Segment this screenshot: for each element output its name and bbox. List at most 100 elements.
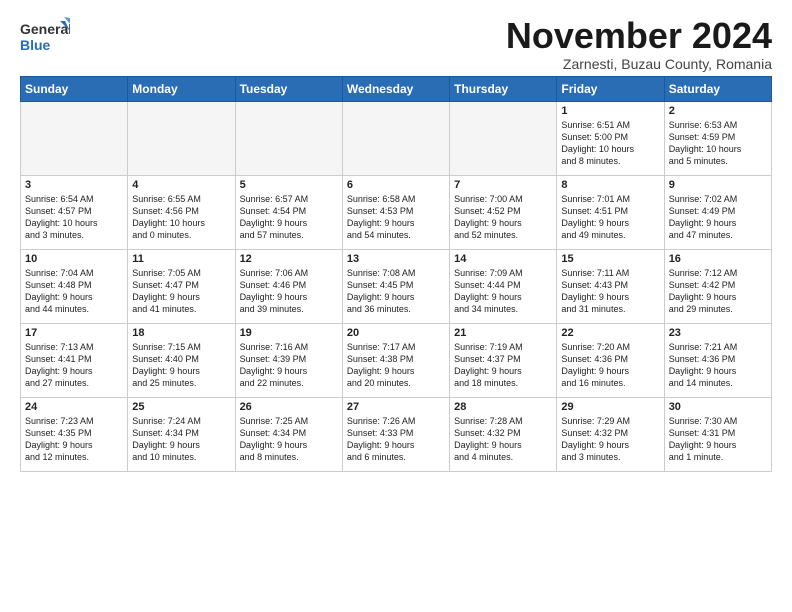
day-info: Sunrise: 6:55 AM Sunset: 4:56 PM Dayligh… xyxy=(132,193,230,242)
day-number: 20 xyxy=(347,327,445,339)
day-cell: 16 Sunrise: 7:12 AM Sunset: 4:42 PM Dayli… xyxy=(664,249,771,323)
week-row-0: 1 Sunrise: 6:51 AM Sunset: 5:00 PM Daylig… xyxy=(21,101,772,175)
day-cell: 23 Sunrise: 7:21 AM Sunset: 4:36 PM Dayli… xyxy=(664,323,771,397)
col-sunday: Sunday xyxy=(21,76,128,101)
day-info: Sunrise: 7:02 AM Sunset: 4:49 PM Dayligh… xyxy=(669,193,767,242)
day-info: Sunrise: 7:01 AM Sunset: 4:51 PM Dayligh… xyxy=(561,193,659,242)
day-number: 14 xyxy=(454,253,552,265)
week-row-3: 17 Sunrise: 7:13 AM Sunset: 4:41 PM Dayli… xyxy=(21,323,772,397)
day-cell xyxy=(21,101,128,175)
day-cell: 25 Sunrise: 7:24 AM Sunset: 4:34 PM Dayli… xyxy=(128,397,235,471)
day-info: Sunrise: 6:57 AM Sunset: 4:54 PM Dayligh… xyxy=(240,193,338,242)
day-cell xyxy=(450,101,557,175)
day-cell: 22 Sunrise: 7:20 AM Sunset: 4:36 PM Dayli… xyxy=(557,323,664,397)
day-cell: 21Sunrise: 7:19 AM Sunset: 4:37 PM Dayli… xyxy=(450,323,557,397)
day-info: Sunrise: 7:20 AM Sunset: 4:36 PM Dayligh… xyxy=(561,341,659,390)
day-number: 1 xyxy=(561,105,659,117)
day-cell: 5 Sunrise: 6:57 AM Sunset: 4:54 PM Daylig… xyxy=(235,175,342,249)
day-cell: 20 Sunrise: 7:17 AM Sunset: 4:38 PM Dayli… xyxy=(342,323,449,397)
day-number: 7 xyxy=(454,179,552,191)
day-cell: 7Sunrise: 7:00 AM Sunset: 4:52 PM Daylig… xyxy=(450,175,557,249)
day-number: 30 xyxy=(669,401,767,413)
day-number: 17 xyxy=(25,327,123,339)
day-info: Sunrise: 7:17 AM Sunset: 4:38 PM Dayligh… xyxy=(347,341,445,390)
title-block: November 2024 Zarnesti, Buzau County, Ro… xyxy=(506,16,772,72)
day-info: Sunrise: 7:19 AM Sunset: 4:37 PM Dayligh… xyxy=(454,341,552,390)
day-number: 5 xyxy=(240,179,338,191)
day-number: 28 xyxy=(454,401,552,413)
col-monday: Monday xyxy=(128,76,235,101)
day-number: 29 xyxy=(561,401,659,413)
day-info: Sunrise: 7:21 AM Sunset: 4:36 PM Dayligh… xyxy=(669,341,767,390)
day-info: Sunrise: 7:05 AM Sunset: 4:47 PM Dayligh… xyxy=(132,267,230,316)
day-info: Sunrise: 7:09 AM Sunset: 4:44 PM Dayligh… xyxy=(454,267,552,316)
day-number: 15 xyxy=(561,253,659,265)
day-cell: 29 Sunrise: 7:29 AM Sunset: 4:32 PM Dayli… xyxy=(557,397,664,471)
week-row-4: 24 Sunrise: 7:23 AM Sunset: 4:35 PM Dayli… xyxy=(21,397,772,471)
day-cell: 19 Sunrise: 7:16 AM Sunset: 4:39 PM Dayli… xyxy=(235,323,342,397)
day-number: 9 xyxy=(669,179,767,191)
day-cell xyxy=(128,101,235,175)
day-cell: 11 Sunrise: 7:05 AM Sunset: 4:47 PM Dayli… xyxy=(128,249,235,323)
day-info: Sunrise: 7:23 AM Sunset: 4:35 PM Dayligh… xyxy=(25,415,123,464)
day-cell: 9 Sunrise: 7:02 AM Sunset: 4:49 PM Daylig… xyxy=(664,175,771,249)
day-cell: 26Sunrise: 7:25 AM Sunset: 4:34 PM Dayli… xyxy=(235,397,342,471)
header-row: Sunday Monday Tuesday Wednesday Thursday… xyxy=(21,76,772,101)
logo: GeneralBlue xyxy=(20,16,70,56)
day-info: Sunrise: 7:16 AM Sunset: 4:39 PM Dayligh… xyxy=(240,341,338,390)
day-cell: 3Sunrise: 6:54 AM Sunset: 4:57 PM Daylig… xyxy=(21,175,128,249)
day-number: 6 xyxy=(347,179,445,191)
day-cell: 15 Sunrise: 7:11 AM Sunset: 4:43 PM Dayli… xyxy=(557,249,664,323)
day-cell: 1 Sunrise: 6:51 AM Sunset: 5:00 PM Daylig… xyxy=(557,101,664,175)
day-cell: 6 Sunrise: 6:58 AM Sunset: 4:53 PM Daylig… xyxy=(342,175,449,249)
day-cell: 18Sunrise: 7:15 AM Sunset: 4:40 PM Dayli… xyxy=(128,323,235,397)
day-cell xyxy=(235,101,342,175)
day-number: 19 xyxy=(240,327,338,339)
col-saturday: Saturday xyxy=(664,76,771,101)
day-info: Sunrise: 7:13 AM Sunset: 4:41 PM Dayligh… xyxy=(25,341,123,390)
day-cell: 17 Sunrise: 7:13 AM Sunset: 4:41 PM Dayli… xyxy=(21,323,128,397)
svg-text:Blue: Blue xyxy=(20,37,51,53)
header: GeneralBlue November 2024 Zarnesti, Buza… xyxy=(20,16,772,72)
day-info: Sunrise: 7:11 AM Sunset: 4:43 PM Dayligh… xyxy=(561,267,659,316)
subtitle: Zarnesti, Buzau County, Romania xyxy=(506,56,772,72)
day-info: Sunrise: 6:54 AM Sunset: 4:57 PM Dayligh… xyxy=(25,193,123,242)
calendar-table: Sunday Monday Tuesday Wednesday Thursday… xyxy=(20,76,772,472)
day-info: Sunrise: 6:58 AM Sunset: 4:53 PM Dayligh… xyxy=(347,193,445,242)
day-number: 2 xyxy=(669,105,767,117)
day-number: 26 xyxy=(240,401,338,413)
day-number: 25 xyxy=(132,401,230,413)
day-cell: 28 Sunrise: 7:28 AM Sunset: 4:32 PM Dayli… xyxy=(450,397,557,471)
day-info: Sunrise: 6:51 AM Sunset: 5:00 PM Dayligh… xyxy=(561,119,659,168)
day-info: Sunrise: 7:12 AM Sunset: 4:42 PM Dayligh… xyxy=(669,267,767,316)
day-number: 11 xyxy=(132,253,230,265)
day-info: Sunrise: 7:24 AM Sunset: 4:34 PM Dayligh… xyxy=(132,415,230,464)
day-cell xyxy=(342,101,449,175)
day-cell: 13 Sunrise: 7:08 AM Sunset: 4:45 PM Dayli… xyxy=(342,249,449,323)
day-info: Sunrise: 7:04 AM Sunset: 4:48 PM Dayligh… xyxy=(25,267,123,316)
day-number: 4 xyxy=(132,179,230,191)
day-info: Sunrise: 7:28 AM Sunset: 4:32 PM Dayligh… xyxy=(454,415,552,464)
day-cell: 30Sunrise: 7:30 AM Sunset: 4:31 PM Dayli… xyxy=(664,397,771,471)
day-cell: 27 Sunrise: 7:26 AM Sunset: 4:33 PM Dayli… xyxy=(342,397,449,471)
day-cell: 12 Sunrise: 7:06 AM Sunset: 4:46 PM Dayli… xyxy=(235,249,342,323)
day-number: 10 xyxy=(25,253,123,265)
day-number: 16 xyxy=(669,253,767,265)
col-friday: Friday xyxy=(557,76,664,101)
day-number: 23 xyxy=(669,327,767,339)
day-number: 13 xyxy=(347,253,445,265)
day-info: Sunrise: 7:29 AM Sunset: 4:32 PM Dayligh… xyxy=(561,415,659,464)
day-info: Sunrise: 7:08 AM Sunset: 4:45 PM Dayligh… xyxy=(347,267,445,316)
day-number: 12 xyxy=(240,253,338,265)
day-number: 22 xyxy=(561,327,659,339)
day-info: Sunrise: 7:26 AM Sunset: 4:33 PM Dayligh… xyxy=(347,415,445,464)
col-wednesday: Wednesday xyxy=(342,76,449,101)
col-tuesday: Tuesday xyxy=(235,76,342,101)
day-info: Sunrise: 6:53 AM Sunset: 4:59 PM Dayligh… xyxy=(669,119,767,168)
day-number: 27 xyxy=(347,401,445,413)
day-info: Sunrise: 7:15 AM Sunset: 4:40 PM Dayligh… xyxy=(132,341,230,390)
day-info: Sunrise: 7:06 AM Sunset: 4:46 PM Dayligh… xyxy=(240,267,338,316)
week-row-1: 3Sunrise: 6:54 AM Sunset: 4:57 PM Daylig… xyxy=(21,175,772,249)
day-number: 24 xyxy=(25,401,123,413)
day-cell: 4 Sunrise: 6:55 AM Sunset: 4:56 PM Daylig… xyxy=(128,175,235,249)
